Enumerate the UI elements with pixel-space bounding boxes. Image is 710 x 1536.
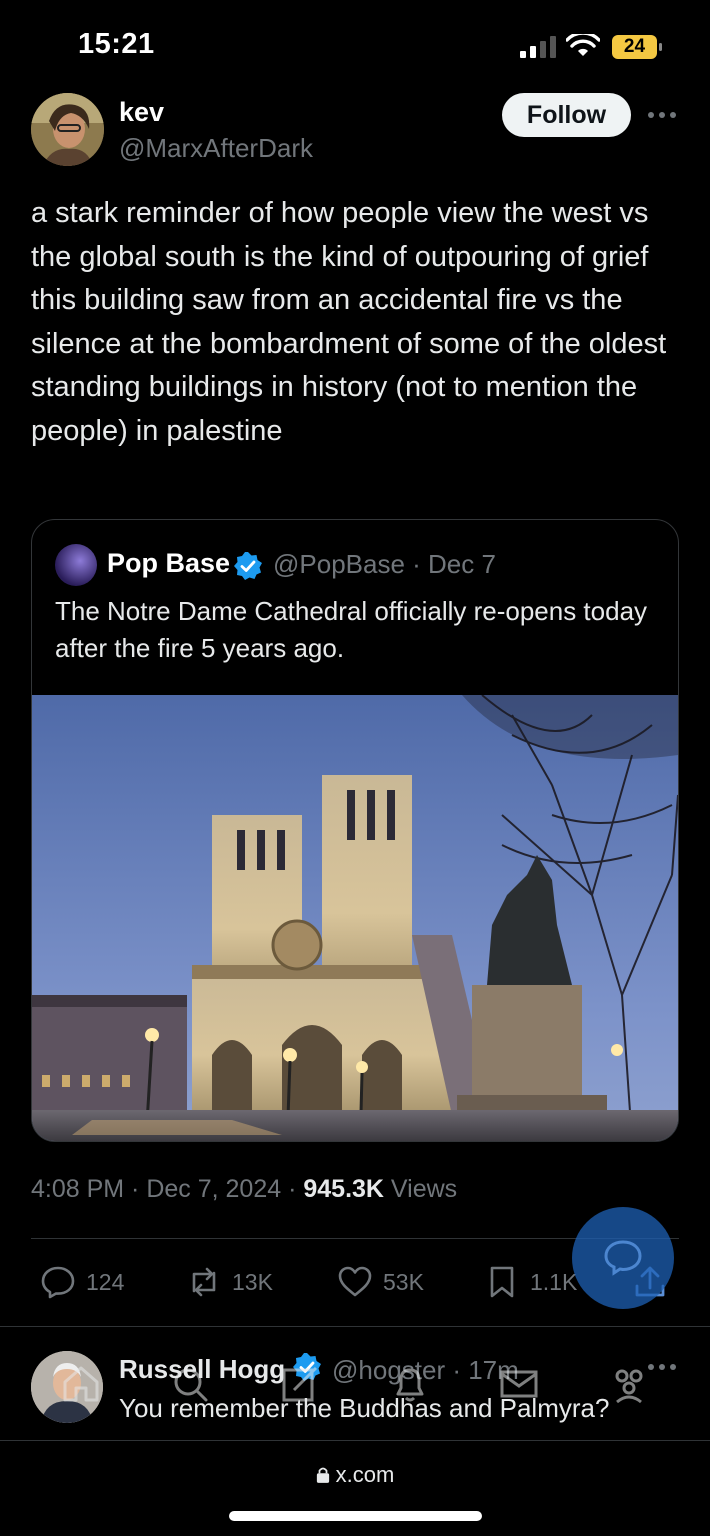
bookmark-icon [490, 1266, 514, 1298]
like-action[interactable]: 53K [337, 1264, 424, 1300]
quoted-author-name[interactable]: Pop Base [107, 548, 230, 579]
divider [0, 1440, 710, 1441]
messages-envelope-icon[interactable] [497, 1362, 541, 1406]
reply-icon [41, 1266, 75, 1299]
wifi-icon [566, 34, 600, 56]
quoted-tweet-meta: @PopBase · Dec 7 [273, 549, 496, 579]
url-text: x.com [335, 1462, 395, 1487]
bottom-navigation [0, 1362, 710, 1434]
home-icon[interactable] [59, 1362, 103, 1406]
timestamp-text: 4:08 PM · Dec 7, 2024 · [31, 1175, 304, 1203]
author-name[interactable]: kev [119, 97, 164, 128]
reply-count: 124 [86, 1268, 125, 1295]
heart-icon [338, 1266, 372, 1297]
author-handle[interactable]: @MarxAfterDark [119, 133, 313, 164]
status-time: 15:21 [78, 28, 155, 60]
follow-button[interactable]: Follow [502, 93, 631, 137]
repost-action[interactable]: 13K [186, 1264, 273, 1300]
chat-bubble-icon [604, 1240, 642, 1276]
bookmark-count: 1.1K [530, 1268, 578, 1295]
battery-percent: 24 [623, 36, 646, 57]
lock-icon [316, 1467, 329, 1483]
tweet-timestamp: 4:08 PM · Dec 7, 2024 · 945.3K Views [31, 1175, 457, 1204]
compose-icon[interactable] [278, 1362, 322, 1406]
bookmark-action[interactable]: 1.1K [484, 1264, 577, 1300]
verified-badge-icon [234, 552, 262, 580]
cellular-signal-icon [520, 36, 556, 58]
repost-count: 13K [232, 1268, 273, 1295]
browser-url-bar[interactable]: x.com [0, 1462, 710, 1488]
divider [0, 1326, 710, 1327]
search-icon[interactable] [168, 1362, 212, 1406]
battery-icon: 24 [611, 34, 663, 60]
views-label: Views [383, 1175, 458, 1203]
repost-icon [192, 1267, 216, 1297]
quoted-tweet-text: The Notre Dame Cathedral officially re-o… [55, 596, 648, 663]
like-count: 53K [383, 1268, 424, 1295]
more-options-icon[interactable] [646, 100, 678, 130]
home-indicator[interactable] [229, 1511, 482, 1521]
quoted-author-avatar[interactable] [55, 544, 97, 586]
notifications-bell-icon[interactable] [388, 1362, 432, 1406]
reply-action[interactable]: 124 [40, 1264, 124, 1300]
compose-reply-button[interactable] [572, 1207, 674, 1309]
views-count: 945.3K [303, 1175, 384, 1203]
quoted-tweet-card[interactable]: Pop Base @PopBase · Dec 7 The Notre Dame… [31, 519, 679, 1142]
tweet-text: a stark reminder of how people view the … [31, 197, 667, 447]
communities-icon[interactable] [607, 1362, 651, 1406]
author-avatar[interactable] [31, 93, 104, 166]
notre-dame-photo[interactable] [32, 695, 678, 1141]
